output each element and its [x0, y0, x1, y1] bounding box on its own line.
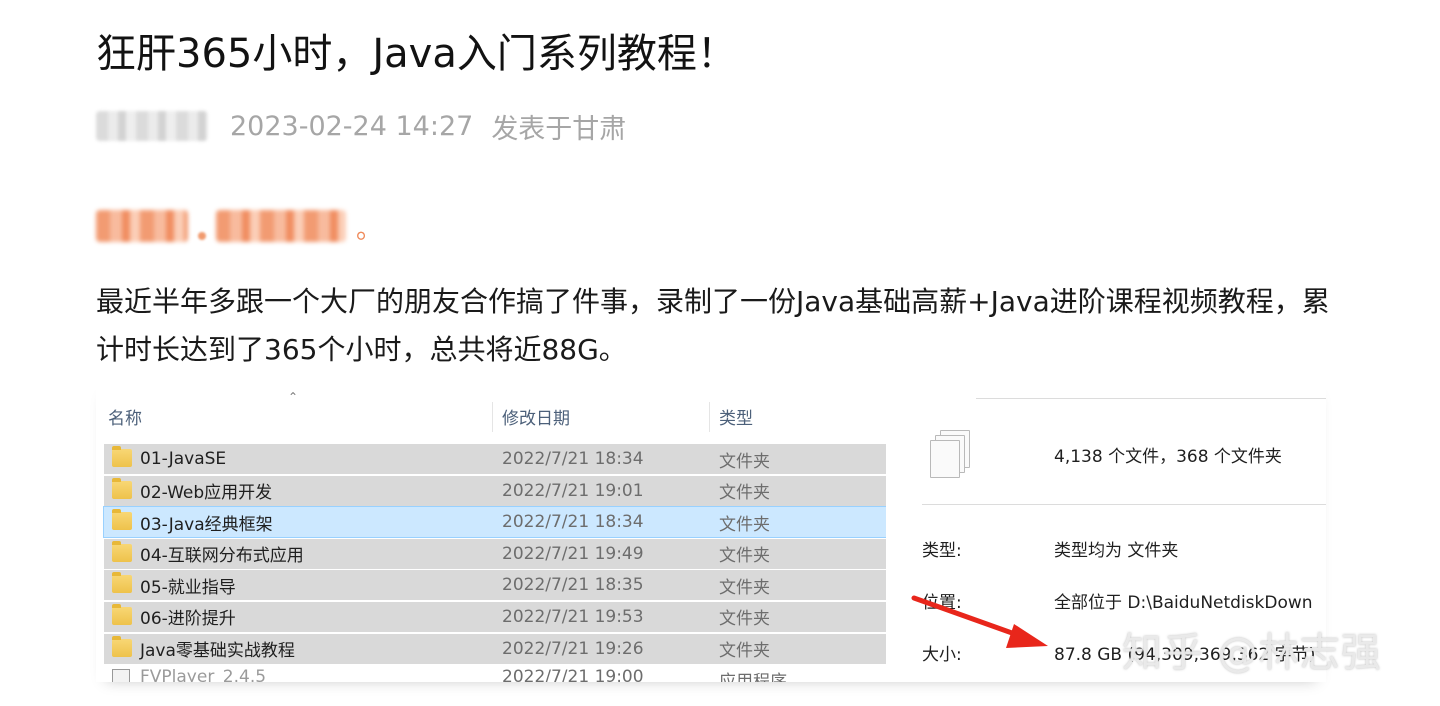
- application-icon: [112, 669, 130, 682]
- file-explorer-list: ⌃ 名称 修改日期 类型 01-JavaSE 2022/7/21 18:34 文…: [96, 390, 887, 682]
- table-row[interactable]: 05-就业指导 2022/7/21 18:35 文件夹: [104, 570, 886, 601]
- file-date: 2022/7/21 18:35: [502, 575, 644, 596]
- author-name-blurred[interactable]: [96, 111, 208, 141]
- file-rows: 01-JavaSE 2022/7/21 18:34 文件夹 02-Web应用开发…: [103, 444, 887, 682]
- file-type: 文件夹: [719, 546, 770, 567]
- type-value: 类型均为 文件夹: [1054, 541, 1179, 561]
- file-name: 02-Web应用开发: [140, 483, 273, 504]
- file-type: 文件夹: [719, 641, 770, 662]
- column-separator[interactable]: [709, 402, 710, 432]
- table-row[interactable]: 01-JavaSE 2022/7/21 18:34 文件夹: [104, 444, 886, 474]
- file-type: 文件夹: [719, 609, 770, 630]
- file-name: Java零基础实战教程: [140, 641, 295, 662]
- table-row[interactable]: 02-Web应用开发 2022/7/21 19:01 文件夹: [104, 475, 886, 506]
- blurred-heading: 。: [96, 206, 382, 246]
- file-type: 应用程序: [719, 667, 787, 682]
- file-name: 04-互联网分布式应用: [140, 546, 304, 567]
- file-date: 2022/7/21 19:53: [502, 606, 644, 627]
- column-header-modified[interactable]: 修改日期: [502, 398, 570, 434]
- file-type: 文件夹: [719, 483, 770, 504]
- folder-icon: [112, 572, 132, 594]
- article-paragraph: 最近半年多跟一个大厂的朋友合作搞了件事，录制了一份Java基础高薪+Java进阶…: [96, 285, 1330, 366]
- column-header-type[interactable]: 类型: [719, 398, 753, 434]
- file-name: 01-JavaSE: [140, 449, 227, 469]
- file-date: 2022/7/21 18:34: [502, 512, 644, 533]
- file-date: 2022/7/21 19:00: [502, 667, 644, 682]
- folder-icon: [112, 509, 132, 531]
- column-header-name[interactable]: 名称: [108, 398, 142, 434]
- divider: [922, 504, 1326, 505]
- column-separator[interactable]: [492, 402, 493, 432]
- publish-location: 发表于甘肃: [491, 113, 627, 145]
- article-title: 狂肝365小时，Java入门系列教程！: [96, 31, 737, 77]
- file-name: 03-Java经典框架: [140, 514, 273, 535]
- file-date: 2022/7/21 19:49: [502, 543, 644, 564]
- heading-tail: 。: [356, 215, 383, 245]
- sort-caret-icon: ⌃: [288, 390, 299, 404]
- location-label: 位置:: [922, 593, 962, 613]
- table-row[interactable]: Java零基础实战教程 2022/7/21 19:26 文件夹: [104, 633, 886, 664]
- watermark: 知乎 @林志强: [1122, 630, 1382, 676]
- article-meta: 2023-02-24 14:27 发表于甘肃: [96, 106, 626, 146]
- file-type: 文件夹: [719, 451, 770, 472]
- folder-icon: [112, 603, 132, 625]
- file-date: 2022/7/21 19:01: [502, 480, 644, 501]
- file-name: 05-就业指导: [140, 577, 236, 598]
- folder-icon: [112, 540, 132, 562]
- folder-icon: [112, 477, 132, 499]
- file-date: 2022/7/21 18:34: [502, 449, 644, 469]
- table-row-partial[interactable]: FVPlayer_2.4.5 2022/7/21 19:00 应用程序: [104, 665, 886, 682]
- folder-icon: [112, 446, 132, 467]
- file-type: 文件夹: [719, 577, 770, 598]
- multiple-files-icon: [930, 430, 974, 480]
- file-type: 文件夹: [719, 514, 770, 535]
- table-row-selected[interactable]: 03-Java经典框架 2022/7/21 18:34 文件夹: [103, 506, 887, 539]
- blurred-text-block: [96, 210, 188, 242]
- folder-icon: [112, 635, 132, 657]
- type-label: 类型:: [922, 541, 962, 561]
- blurred-text-block: [216, 210, 346, 242]
- divider: [976, 398, 1326, 399]
- file-date: 2022/7/21 19:26: [502, 638, 644, 659]
- size-label: 大小:: [922, 645, 962, 665]
- location-value[interactable]: 全部位于 D:\BaiduNetdiskDown: [1054, 588, 1313, 613]
- publish-date: 2023-02-24 14:27: [230, 110, 474, 142]
- selection-count: 4,138 个文件，368 个文件夹: [1054, 447, 1282, 467]
- file-name: 06-进阶提升: [140, 609, 236, 630]
- blurred-punctuation: [198, 232, 206, 240]
- table-row[interactable]: 04-互联网分布式应用 2022/7/21 19:49 文件夹: [104, 538, 886, 569]
- file-name: FVPlayer_2.4.5: [140, 667, 267, 682]
- table-row[interactable]: 06-进阶提升 2022/7/21 19:53 文件夹: [104, 601, 886, 632]
